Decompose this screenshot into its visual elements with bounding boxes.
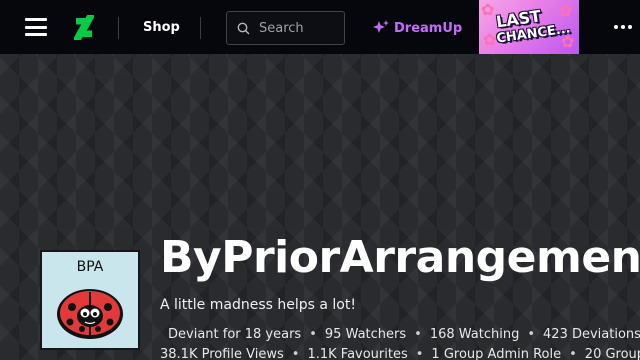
flower-icon: ✿	[483, 30, 497, 49]
divider	[118, 17, 119, 39]
separator-dot: •	[414, 327, 422, 342]
group-admin-role-link[interactable]: 1 Group Admin Role	[431, 345, 561, 360]
watching-link[interactable]: 168 Watching	[430, 325, 520, 345]
divider	[200, 17, 201, 39]
separator-dot: •	[309, 327, 317, 342]
flower-icon: ✿	[481, 0, 495, 19]
separator-dot: •	[415, 347, 424, 360]
stats-row: 38.1K Profile Views • 1.1K Favourites • …	[160, 345, 640, 360]
profile-username: ByPriorArrangement	[160, 232, 640, 283]
separator-dot: •	[291, 347, 300, 360]
more-dots-icon[interactable]	[614, 25, 632, 29]
favourites-link[interactable]: 1.1K Favourites	[307, 345, 407, 360]
deviations-link[interactable]: 423 Deviations	[543, 325, 640, 345]
watchers-link[interactable]: 95 Watchers	[325, 325, 406, 345]
profile-stats: Deviant for 18 years • 95 Watchers • 168…	[160, 325, 640, 360]
promo-text: LAST CHANCE...	[495, 6, 572, 46]
flower-icon: ✿	[559, 1, 573, 20]
deviant-for-text: Deviant for 18 years	[168, 327, 302, 342]
search-input[interactable]	[259, 20, 339, 36]
top-navigation-bar: Shop DreamUp ✿ ✿ ✿ ✿ LAST CHANCE...	[0, 0, 640, 54]
avatar-initials: BPA	[76, 259, 104, 275]
profile-tagline: A little madness helps a lot!	[160, 297, 356, 313]
dreamup-label: DreamUp	[394, 20, 463, 36]
hamburger-menu-icon[interactable]	[25, 18, 47, 36]
shop-link[interactable]: Shop	[143, 20, 180, 35]
last-chance-promo-banner[interactable]: ✿ ✿ ✿ ✿ LAST CHANCE...	[479, 0, 579, 54]
search-icon	[237, 22, 250, 34]
dreamup-button[interactable]: DreamUp	[372, 19, 462, 37]
separator-dot: •	[569, 347, 577, 360]
separator-dot: •	[527, 327, 536, 342]
search-box[interactable]	[226, 11, 345, 45]
stats-row: Deviant for 18 years • 95 Watchers • 168…	[160, 325, 640, 345]
deviantart-logo-icon[interactable]	[74, 15, 94, 40]
avatar[interactable]: BPA	[40, 250, 140, 350]
sparkle-icon	[373, 20, 389, 33]
profile-views-text: 38.1K Profile Views	[160, 347, 284, 360]
group-membership-link[interactable]: 20 Group M	[585, 345, 640, 360]
